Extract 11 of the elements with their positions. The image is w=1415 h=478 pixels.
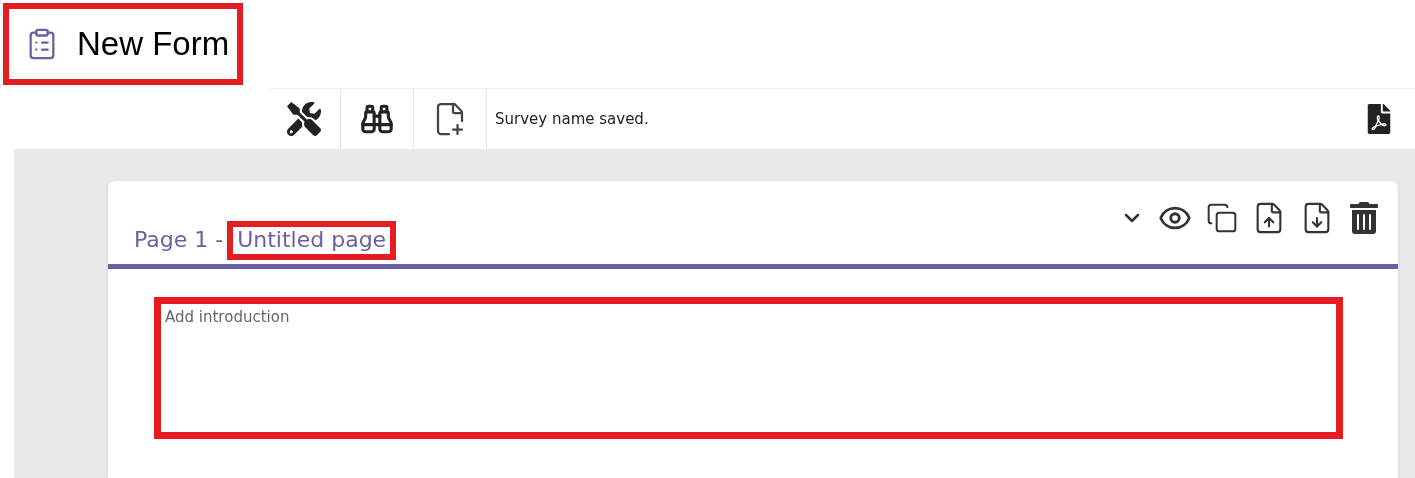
copy-icon: [1206, 202, 1238, 234]
delete-button[interactable]: [1348, 202, 1380, 234]
trash-icon: [1348, 202, 1380, 234]
page-name[interactable]: Untitled page: [227, 221, 397, 260]
form-title: New Form: [77, 25, 230, 63]
tools-icon: [287, 102, 321, 136]
status-message: Survey name saved.: [494, 109, 650, 130]
introduction-field[interactable]: Add introduction: [154, 297, 1343, 439]
copy-button[interactable]: [1206, 202, 1238, 234]
page-number: Page 1 -: [134, 227, 224, 254]
binoculars-icon: [360, 102, 394, 136]
